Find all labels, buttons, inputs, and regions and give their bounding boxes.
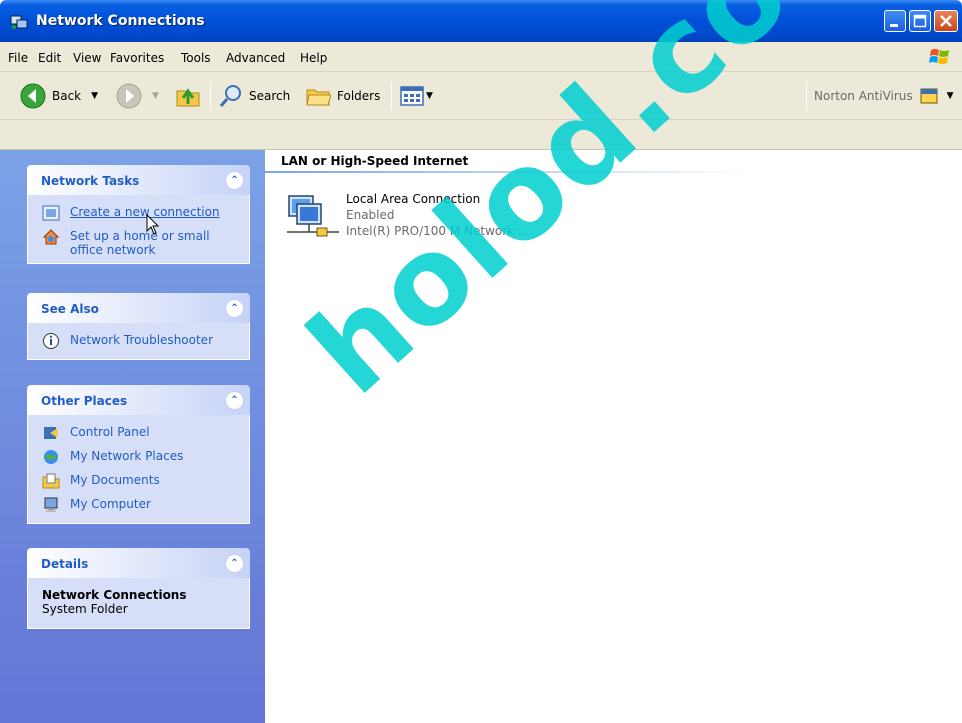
views-icon [400, 86, 424, 106]
folders-label: Folders [337, 89, 381, 103]
address-band [0, 120, 962, 150]
network-tasks-panel: Network Tasks ⌃ Create a new connection … [27, 165, 250, 264]
minimize-icon [890, 24, 898, 27]
search-label: Search [249, 89, 291, 103]
local-area-connection-item[interactable]: Local Area Connection Enabled Intel(R) P… [283, 192, 643, 258]
details-type: System Folder [42, 602, 128, 616]
lan-connection-icon [287, 195, 339, 237]
forward-button[interactable]: ▼ [116, 72, 159, 120]
norton-antivirus-button[interactable]: Norton AntiVirus ▼ [814, 72, 954, 120]
menu-edit[interactable]: Edit [38, 51, 61, 65]
network-places-icon [44, 450, 58, 464]
panel-title: Network Tasks [41, 174, 140, 188]
up-folder-button[interactable] [174, 72, 202, 120]
network-connections-icon [10, 15, 28, 29]
group-title: LAN or High-Speed Internet [281, 154, 469, 168]
collapse-chevron-icon[interactable]: ⌃ [225, 391, 244, 410]
windows-logo-icon [929, 49, 949, 64]
info-icon [43, 333, 59, 349]
menu-bar: File Edit View Favorites Tools Advanced … [0, 42, 962, 72]
close-icon [940, 15, 952, 27]
task-pane: Network Tasks ⌃ Create a new connection … [0, 150, 265, 723]
other-places-panel: Other Places ⌃ Control Panel My Network … [27, 385, 250, 524]
details-header[interactable]: Details ⌃ [27, 548, 250, 578]
menu-view[interactable]: View [73, 51, 101, 65]
folders-icon [306, 89, 331, 106]
forward-dropdown-icon[interactable]: ▼ [152, 91, 159, 101]
details-panel: Details ⌃ Network Connections System Fol… [27, 548, 250, 629]
details-name: Network Connections [42, 588, 187, 602]
my-documents-icon [42, 473, 60, 489]
my-documents-link[interactable]: My Documents [28, 469, 249, 493]
connection-device: Intel(R) PRO/100 M Network ... [346, 224, 530, 238]
control-panel-icon [44, 427, 58, 439]
menu-tools[interactable]: Tools [181, 51, 211, 65]
my-documents-label: My Documents [70, 473, 160, 487]
back-button[interactable]: Back ▼ [20, 72, 98, 120]
panel-title: Other Places [41, 394, 128, 408]
views-dropdown-icon: ▼ [426, 91, 433, 101]
forward-arrow-icon [116, 83, 142, 109]
network-troubleshooter-link[interactable]: Network Troubleshooter [28, 329, 249, 353]
minimize-button[interactable] [884, 10, 906, 32]
search-button[interactable]: Search [218, 72, 290, 120]
panel-title: See Also [41, 302, 99, 316]
control-panel-label: Control Panel [70, 425, 150, 439]
views-button[interactable]: ▼ [400, 72, 433, 120]
home-network-label: Set up a home or small office network [70, 229, 210, 257]
menu-advanced[interactable]: Advanced [226, 51, 285, 65]
back-label: Back [52, 89, 82, 103]
collapse-chevron-icon[interactable]: ⌃ [225, 554, 244, 573]
troubleshooter-label: Network Troubleshooter [70, 333, 213, 347]
mouse-cursor-icon [146, 214, 160, 235]
back-arrow-icon [20, 83, 46, 109]
menu-help[interactable]: Help [300, 51, 327, 65]
create-new-connection-link[interactable]: Create a new connection [28, 201, 249, 225]
home-network-setup-link[interactable]: Set up a home or small office network [28, 225, 249, 257]
my-computer-icon [44, 497, 58, 512]
collapse-chevron-icon[interactable]: ⌃ [225, 171, 244, 190]
panel-title: Details [41, 557, 89, 571]
home-network-icon [42, 229, 60, 245]
network-tasks-header[interactable]: Network Tasks ⌃ [27, 165, 250, 195]
folders-button[interactable]: Folders [305, 72, 380, 120]
search-icon [219, 85, 241, 107]
maximize-icon [913, 14, 927, 28]
other-places-header[interactable]: Other Places ⌃ [27, 385, 250, 415]
collapse-chevron-icon[interactable]: ⌃ [225, 299, 244, 318]
maximize-button[interactable] [909, 10, 931, 32]
network-places-label: My Network Places [70, 449, 184, 463]
see-also-header[interactable]: See Also ⌃ [27, 293, 250, 323]
norton-dropdown-icon[interactable]: ▼ [947, 91, 954, 101]
new-connection-icon [42, 205, 60, 221]
content-pane: LAN or High-Speed Internet Local Area Co… [265, 150, 962, 723]
my-network-places-link[interactable]: My Network Places [28, 445, 249, 469]
norton-label: Norton AntiVirus [814, 89, 913, 103]
my-computer-link[interactable]: My Computer [28, 493, 249, 517]
window-title: Network Connections [36, 13, 205, 29]
menu-favorites[interactable]: Favorites [110, 51, 164, 65]
menu-file[interactable]: File [8, 51, 28, 65]
up-folder-icon [176, 88, 200, 107]
my-computer-label: My Computer [70, 497, 151, 511]
back-dropdown-icon[interactable]: ▼ [91, 91, 98, 101]
group-divider [265, 171, 962, 173]
close-button[interactable] [934, 10, 958, 32]
title-bar[interactable]: Network Connections [0, 0, 962, 42]
toolbar: Back ▼ ▼ Search Folders ▼ Norton AntiVir… [0, 72, 962, 120]
connection-status: Enabled [346, 208, 395, 222]
see-also-panel: See Also ⌃ Network Troubleshooter [27, 293, 250, 360]
control-panel-link[interactable]: Control Panel [28, 421, 249, 445]
connection-name: Local Area Connection [346, 192, 481, 206]
norton-icon [920, 88, 938, 104]
